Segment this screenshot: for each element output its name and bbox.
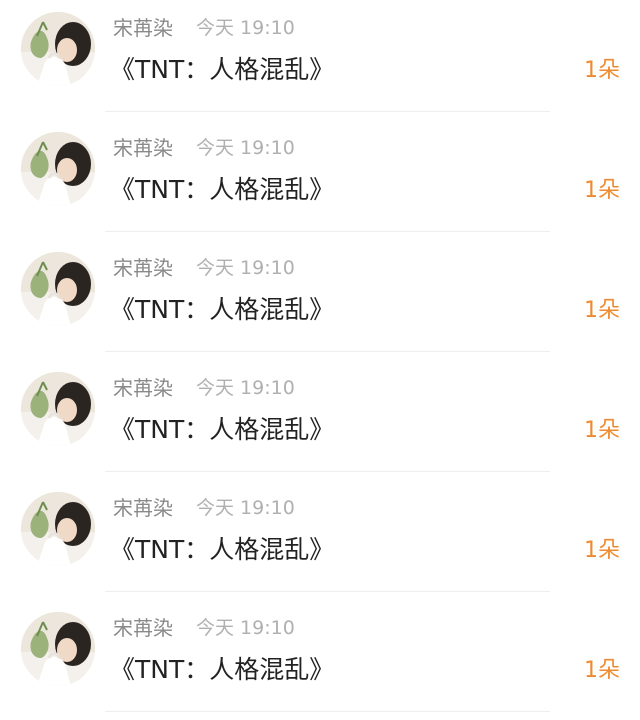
- message-text: 《TNT：人格混乱》: [110, 55, 335, 84]
- flower-count: 1朵: [584, 658, 620, 683]
- user-name[interactable]: 宋苒染: [113, 14, 173, 42]
- divider: [105, 351, 550, 352]
- message-text: 《TNT：人格混乱》: [110, 655, 335, 684]
- divider: [105, 591, 550, 592]
- user-name[interactable]: 宋苒染: [113, 614, 173, 642]
- divider: [105, 711, 550, 712]
- avatar[interactable]: [21, 612, 95, 686]
- divider: [105, 471, 550, 472]
- avatar[interactable]: [21, 492, 95, 566]
- flower-count: 1朵: [584, 418, 620, 443]
- divider: [105, 111, 550, 112]
- timestamp: 今天 19:10: [196, 257, 295, 279]
- user-name[interactable]: 宋苒染: [113, 494, 173, 522]
- flower-count: 1朵: [584, 58, 620, 83]
- gift-record-row[interactable]: 宋苒染 今天 19:10 《TNT：人格混乱》 1朵: [0, 360, 640, 480]
- timestamp: 今天 19:10: [196, 377, 295, 399]
- message-text: 《TNT：人格混乱》: [110, 295, 335, 324]
- flower-count: 1朵: [584, 538, 620, 563]
- message-text: 《TNT：人格混乱》: [110, 415, 335, 444]
- avatar[interactable]: [21, 252, 95, 326]
- flower-count: 1朵: [584, 178, 620, 203]
- avatar[interactable]: [21, 372, 95, 446]
- timestamp: 今天 19:10: [196, 17, 295, 39]
- flower-count: 1朵: [584, 298, 620, 323]
- gift-record-row[interactable]: 宋苒染 今天 19:10 《TNT：人格混乱》 1朵: [0, 240, 640, 360]
- user-name[interactable]: 宋苒染: [113, 374, 173, 402]
- gift-record-row[interactable]: 宋苒染 今天 19:10 《TNT：人格混乱》 1朵: [0, 480, 640, 600]
- gift-record-list: 宋苒染 今天 19:10 《TNT：人格混乱》 1朵 宋苒染 今天 19:10 《TNT：人…: [0, 0, 640, 720]
- gift-record-row[interactable]: 宋苒染 今天 19:10 《TNT：人格混乱》 1朵: [0, 600, 640, 720]
- divider: [105, 231, 550, 232]
- timestamp: 今天 19:10: [196, 497, 295, 519]
- gift-record-row[interactable]: 宋苒染 今天 19:10 《TNT：人格混乱》 1朵: [0, 120, 640, 240]
- timestamp: 今天 19:10: [196, 617, 295, 639]
- user-name[interactable]: 宋苒染: [113, 254, 173, 282]
- avatar[interactable]: [21, 132, 95, 206]
- message-text: 《TNT：人格混乱》: [110, 175, 335, 204]
- avatar[interactable]: [21, 12, 95, 86]
- user-name[interactable]: 宋苒染: [113, 134, 173, 162]
- message-text: 《TNT：人格混乱》: [110, 535, 335, 564]
- timestamp: 今天 19:10: [196, 137, 295, 159]
- gift-record-row[interactable]: 宋苒染 今天 19:10 《TNT：人格混乱》 1朵: [0, 0, 640, 120]
